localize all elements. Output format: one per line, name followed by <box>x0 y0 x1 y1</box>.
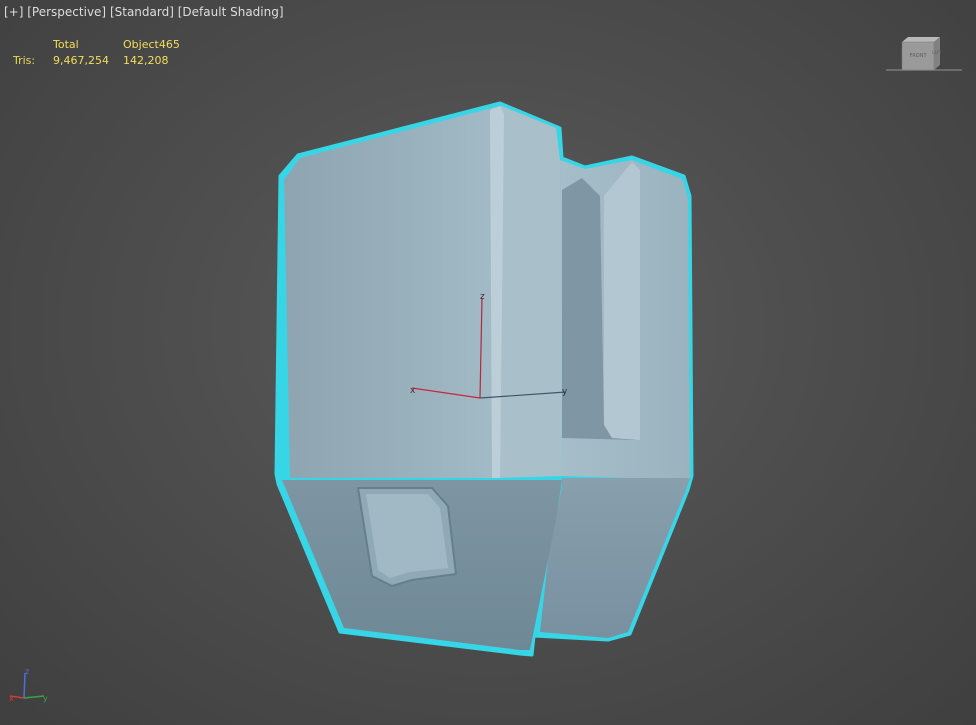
model-front-face <box>284 108 498 478</box>
world-axis-z <box>23 672 26 699</box>
model-right-bottom <box>540 478 690 638</box>
model-bottom-notch-inner <box>366 494 448 578</box>
world-axis-y <box>23 695 45 699</box>
gizmo-z-label: z <box>480 292 485 302</box>
world-axis-x-label: x <box>9 694 14 703</box>
model-render[interactable]: z x y <box>0 0 976 725</box>
world-axis-z-label: z <box>25 667 29 676</box>
world-axis-tripod: z x y <box>9 667 48 703</box>
model-right-tab-ridge <box>604 162 640 440</box>
gizmo-y-label: y <box>562 387 568 397</box>
world-axis-y-label: y <box>43 694 48 703</box>
gizmo-x-label: x <box>410 386 416 396</box>
